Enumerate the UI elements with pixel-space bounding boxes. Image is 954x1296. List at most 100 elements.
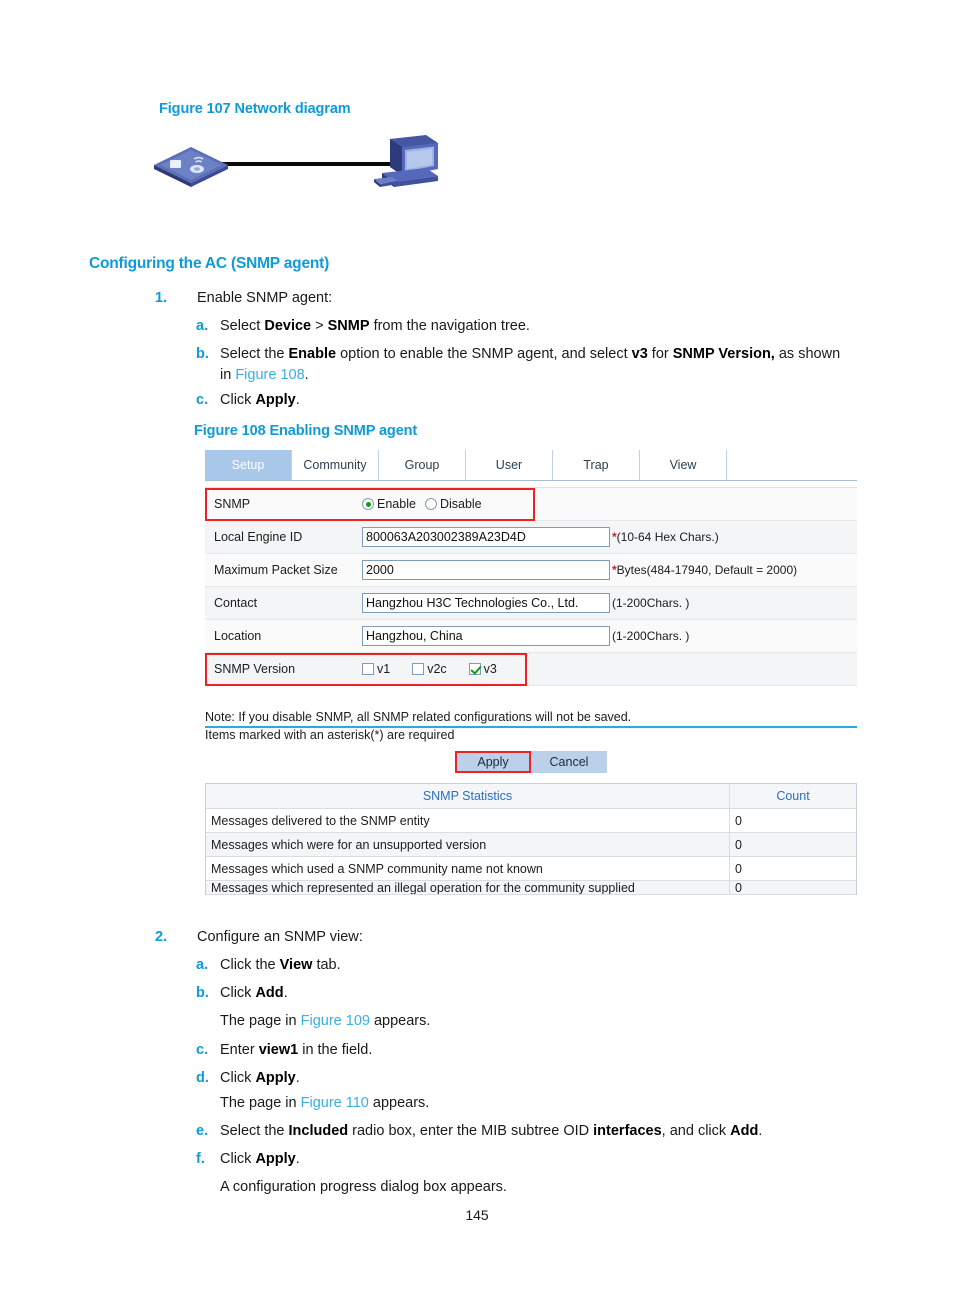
tab-user[interactable]: User [466,450,553,480]
step-2f-note: A configuration progress dialog box appe… [220,1179,507,1195]
contact-input[interactable]: Hangzhou H3C Technologies Co., Ltd. [362,593,610,613]
note-line-2: Items marked with an asterisk(*) are req… [205,728,455,743]
snmp-version-checkbox-group[interactable]: v1 v2c v3 [362,662,519,676]
table-row: Messages which were for an unsupported v… [206,833,856,858]
figure-107-caption: Figure 107 Network diagram [159,101,351,117]
step-2-marker: 2. [155,929,168,945]
step-1b-text-cont: in Figure 108. [220,367,309,383]
version-v3-option[interactable]: v3 [468,662,497,676]
section-heading: Configuring the AC (SNMP agent) [89,255,330,272]
packet-size-label: Maximum Packet Size [214,563,338,577]
step-2b-marker: b. [196,985,209,1001]
snmp-enable-row: SNMP Enable Disable [205,488,857,521]
table-row: Messages delivered to the SNMP entity 0 [206,809,856,834]
step-2f-marker: f. [196,1151,205,1167]
snmp-version-label: SNMP Version [214,662,296,676]
location-row: Location Hangzhou, China (1-200Chars. ) [205,620,857,653]
table-row: Messages which used a SNMP community nam… [206,857,856,882]
packet-size-hint-text: Bytes(484-17940, Default = 2000) [616,563,798,577]
radio-enable-icon[interactable] [362,498,374,510]
snmp-radio-group[interactable]: Enable Disable [362,497,491,511]
version-v3-label: v3 [483,662,497,676]
network-diagram [150,133,470,203]
stats-row-2-name: Messages which used a SNMP community nam… [206,857,730,881]
checkbox-v3-icon[interactable] [468,663,481,675]
location-label: Location [214,629,262,643]
step-1a-text: Select Device > SNMP from the navigation… [220,318,530,334]
step-2c-marker: c. [196,1042,209,1058]
stats-row-0-name: Messages delivered to the SNMP entity [206,809,730,833]
step-2a-text: Click the View tab. [220,957,341,973]
stats-header-count: Count [776,789,810,804]
packet-size-input[interactable]: 2000 [362,560,610,580]
tab-community[interactable]: Community [292,450,379,480]
packet-size-hint: *Bytes(484-17940, Default = 2000) [612,563,797,577]
step-2e-text: Select the Included radio box, enter the… [220,1123,763,1139]
note-divider [205,726,857,728]
tab-setup[interactable]: Setup [205,450,292,480]
step-2a-marker: a. [196,957,209,973]
engine-id-input[interactable]: 800063A203002389A23D4D [362,527,610,547]
tab-view[interactable]: View [640,450,727,480]
version-v1-label: v1 [377,662,391,676]
note-line-1: Note: If you disable SNMP, all SNMP rela… [205,710,632,724]
tab-group[interactable]: Group [379,450,466,480]
access-controller-icon [154,147,228,187]
step-1-text: Enable SNMP agent: [197,290,333,306]
table-row: Messages which represented an illegal op… [206,881,856,896]
apply-button[interactable]: Apply [455,751,531,774]
step-1a-marker: a. [196,318,209,334]
tab-bar-filler [727,450,857,480]
engine-id-hint-text: (10-64 Hex Chars.) [616,530,719,544]
version-v2c-label: v2c [427,662,447,676]
tab-trap[interactable]: Trap [553,450,640,480]
step-1c-marker: c. [196,392,209,408]
engine-id-hint: *(10-64 Hex Chars.) [612,530,719,544]
packet-size-row: Maximum Packet Size 2000 *Bytes(484-1794… [205,554,857,587]
stats-row-2-count: 0 [735,861,742,876]
contact-hint: (1-200Chars. ) [612,596,690,610]
engine-id-row: Local Engine ID 800063A203002389A23D4D *… [205,521,857,554]
figure-108-caption: Figure 108 Enabling SNMP agent [194,423,418,439]
step-2b-text: Click Add. [220,985,288,1001]
step-2d-marker: d. [196,1070,209,1086]
snmp-version-row: SNMP Version v1 v2c v3 [205,653,857,686]
snmp-disable-label: Disable [439,497,482,511]
stats-row-1-name: Messages which were for an unsupported v… [206,833,730,857]
step-2b-note: The page in Figure 109 appears. [220,1013,431,1029]
step-2c-text: Enter view1 in the field. [220,1042,373,1058]
step-1c-text: Click Apply. [220,392,300,408]
location-input[interactable]: Hangzhou, China [362,626,610,646]
stats-row-3-count: 0 [735,881,742,895]
snmp-enable-label: Enable [377,497,416,511]
step-2f-text: Click Apply. [220,1151,300,1167]
snmp-label: SNMP [214,497,251,511]
version-v1-option[interactable]: v1 [362,662,390,676]
version-v2c-option[interactable]: v2c [412,662,447,676]
note-area: Note: If you disable SNMP, all SNMP rela… [205,708,857,744]
form-button-row: Apply Cancel [205,751,857,774]
workstation-pc-icon [374,135,438,187]
snmp-enable-option[interactable]: Enable [362,497,416,511]
location-hint: (1-200Chars. ) [612,629,690,643]
checkbox-v2c-icon[interactable] [412,663,425,675]
step-2d-note: The page in Figure 110 appears. [220,1095,430,1111]
contact-row: Contact Hangzhou H3C Technologies Co., L… [205,587,857,620]
stats-row-3-name: Messages which represented an illegal op… [206,881,730,895]
tab-bar: Setup Community Group User Trap View [205,450,857,481]
cancel-button[interactable]: Cancel [531,751,607,774]
snmp-setup-screenshot: Setup Community Group User Trap View SNM… [205,450,857,905]
step-1b-marker: b. [196,346,209,362]
step-2d-text: Click Apply. [220,1070,300,1086]
page-number: 145 [465,1207,489,1223]
step-2-text: Configure an SNMP view: [197,929,363,945]
document-page: Figure 107 Network diagram Configuring t… [0,0,954,1296]
checkbox-v1-icon[interactable] [362,663,374,675]
stats-header-row: SNMP Statistics Count [206,784,856,810]
radio-disable-icon[interactable] [424,498,437,510]
snmp-disable-option[interactable]: Disable [424,497,482,511]
snmp-form: SNMP Enable Disable Local Engine ID 8000… [205,487,857,686]
stats-header-name: SNMP Statistics [206,784,730,809]
step-1-marker: 1. [155,290,168,306]
engine-id-label: Local Engine ID [214,530,303,544]
